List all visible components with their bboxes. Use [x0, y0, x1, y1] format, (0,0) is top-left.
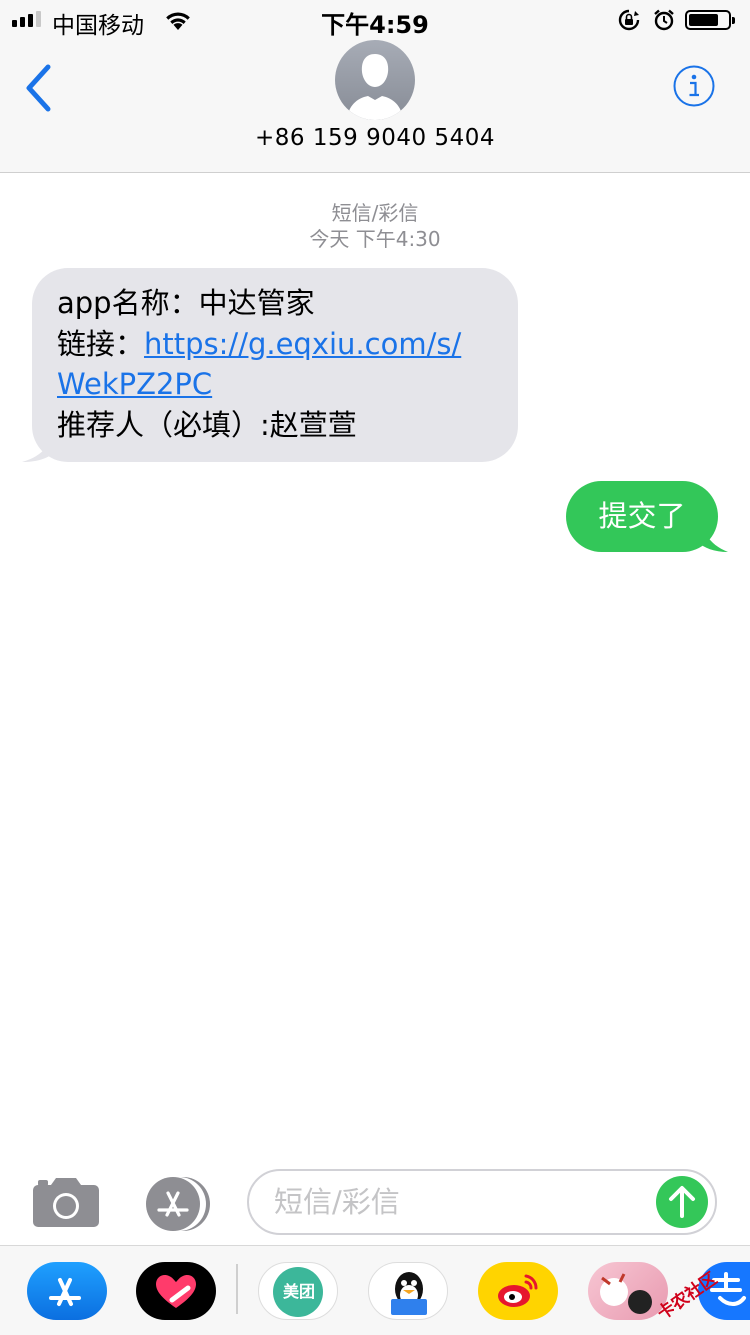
send-button[interactable]	[656, 1176, 708, 1228]
message-line-app-name: app名称：中达管家	[57, 286, 315, 320]
person-silhouette-icon	[347, 54, 403, 120]
meituan-label: 美团	[282, 1282, 315, 1301]
meituan-app[interactable]: 美团	[258, 1262, 338, 1320]
status-bar: 中国移动 下午4:59	[0, 0, 750, 40]
contact-avatar[interactable]	[335, 40, 415, 120]
incoming-message-bubble[interactable]: app名称：中达管家 链接：https://g.eqxiu.com/s/ Wek…	[32, 268, 518, 462]
digital-touch-app[interactable]	[136, 1262, 216, 1320]
weibo-icon	[498, 1274, 538, 1307]
message-line-link-cont: WekPZ2PC	[57, 364, 498, 405]
message-timestamp: 今天 下午4:30	[309, 227, 441, 251]
rotation-lock-icon	[618, 9, 640, 31]
app-store-app[interactable]	[27, 1262, 107, 1320]
heart-hand-icon	[156, 1274, 196, 1308]
weibo-app[interactable]	[478, 1262, 558, 1320]
app-store-icon	[49, 1278, 81, 1306]
app-store-apps-icon[interactable]	[141, 1177, 213, 1231]
message-line-referrer: 推荐人（必填）:赵萱萱	[57, 407, 357, 442]
drawer-divider	[236, 1264, 238, 1314]
message-link[interactable]: https://g.eqxiu.com/s/	[144, 327, 461, 361]
link-prefix: 链接：	[57, 326, 145, 361]
camera-icon[interactable]	[33, 1177, 99, 1227]
battery-icon	[685, 10, 735, 30]
arrow-up-icon	[669, 1186, 695, 1218]
qq-reading-app[interactable]	[368, 1262, 448, 1320]
qq-penguin-icon	[391, 1272, 427, 1315]
contact-number[interactable]: +86 159 9040 5404	[0, 125, 750, 151]
message-input[interactable]: 短信/彩信	[247, 1169, 717, 1235]
outgoing-message-bubble[interactable]: 提交了	[566, 481, 718, 552]
info-icon[interactable]	[673, 65, 715, 107]
imessage-app-drawer: 美团	[0, 1245, 750, 1335]
conversation-header: 中国移动 下午4:59 +86 159 9040 5404	[0, 0, 750, 173]
message-line-link: 链接：https://g.eqxiu.com/s/	[57, 324, 498, 365]
alarm-clock-icon	[654, 9, 674, 31]
message-link-continued[interactable]: WekPZ2PC	[57, 367, 212, 401]
back-chevron-icon[interactable]	[18, 60, 62, 116]
message-service-label: 短信/彩信	[331, 201, 419, 225]
